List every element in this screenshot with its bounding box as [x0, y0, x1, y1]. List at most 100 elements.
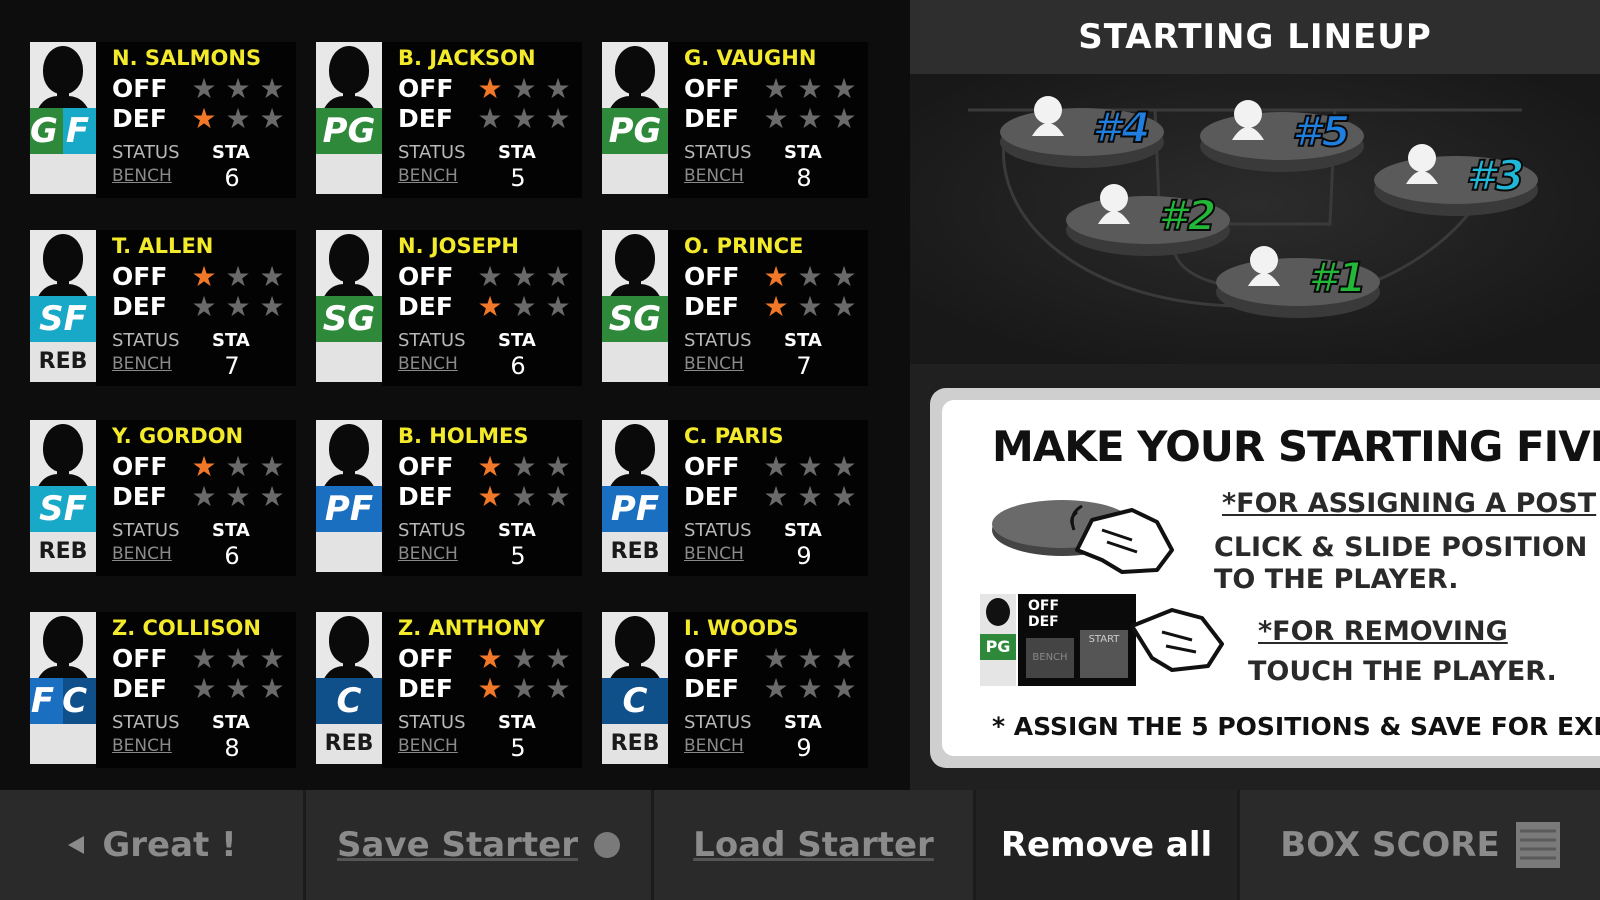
- player-card[interactable]: PF REB C. PARIS OFF ★ ★ ★ DEF ★ ★ ★ STATUS STA BENCH 9: [572, 420, 872, 580]
- player-position: C: [316, 678, 382, 724]
- position-label: #3: [1466, 151, 1524, 200]
- defense-rating: DEF ★ ★ ★: [112, 482, 286, 511]
- star-icon: ★: [797, 671, 823, 705]
- defense-rating: DEF ★ ★ ★: [398, 482, 572, 511]
- defense-rating: DEF ★ ★ ★: [112, 674, 286, 703]
- player-slot: REB: [602, 724, 668, 764]
- player-photo: GF: [30, 42, 96, 202]
- offense-rating: OFF ★ ★ ★: [112, 262, 286, 291]
- offense-rating-stars: ★ ★ ★: [190, 74, 286, 102]
- star-icon: ★: [831, 641, 857, 675]
- player-position: C: [602, 678, 668, 724]
- instructions-card: MAKE YOUR STARTING FIVE ! *FOR ASSIGNING…: [942, 400, 1600, 756]
- player-card[interactable]: FC Z. COLLISON OFF ★ ★ ★ DEF ★ ★ ★ STATUS STA BENCH 8: [0, 612, 300, 772]
- star-icon: ★: [191, 259, 217, 293]
- star-icon: ★: [797, 71, 823, 105]
- player-card[interactable]: PF B. HOLMES OFF ★ ★ ★ DEF ★ ★ ★ STATUS STA BENCH 5: [286, 420, 586, 580]
- player-pin-icon: [1032, 96, 1064, 136]
- stamina-label: STA: [212, 712, 250, 733]
- star-icon: ★: [511, 641, 537, 675]
- star-icon: ★: [191, 289, 217, 323]
- defense-rating-stars: ★ ★ ★: [762, 479, 858, 513]
- offense-rating: OFF ★ ★ ★: [398, 262, 572, 291]
- great-button[interactable]: Great !: [0, 790, 306, 900]
- star-icon: ★: [477, 671, 503, 705]
- star-icon: ★: [259, 101, 285, 135]
- star-icon: ★: [763, 289, 789, 323]
- stamina-value: 5: [510, 164, 526, 192]
- player-card[interactable]: PG B. JACKSON OFF ★ ★ ★ DEF ★ ★ ★ STATUS STA BENCH 5: [286, 42, 586, 202]
- defense-rating: DEF ★ ★ ★: [112, 104, 286, 133]
- offense-rating-label: OFF: [398, 262, 454, 291]
- defense-rating-label: DEF: [398, 674, 453, 703]
- player-card[interactable]: SG N. JOSEPH OFF ★ ★ ★ DEF ★ ★ ★ STATUS STA BENCH 6: [286, 230, 586, 390]
- player-card[interactable]: SF REB T. ALLEN OFF ★ ★ ★ DEF ★ ★ ★ STATUS STA BENCH 7: [0, 230, 300, 390]
- player-position: GF: [30, 108, 96, 154]
- star-icon: ★: [545, 101, 571, 135]
- load-starter-button[interactable]: Load Starter: [654, 790, 976, 900]
- star-icon: ★: [763, 71, 789, 105]
- player-slot: [316, 154, 382, 194]
- save-starter-button[interactable]: Save Starter: [306, 790, 654, 900]
- star-icon: ★: [545, 259, 571, 293]
- box-score-button[interactable]: BOX SCORE: [1240, 790, 1600, 900]
- offense-rating-stars: ★ ★ ★: [762, 641, 858, 675]
- stamina-label: STA: [212, 330, 250, 351]
- defense-rating: DEF ★ ★ ★: [398, 104, 572, 133]
- player-card[interactable]: C REB Z. ANTHONY OFF ★ ★ ★ DEF ★ ★ ★ STATUS STA BENCH…: [286, 612, 586, 772]
- defense-rating-label: DEF: [398, 292, 453, 321]
- star-icon: ★: [797, 479, 823, 513]
- star-icon: ★: [545, 671, 571, 705]
- player-position: SF: [30, 296, 96, 342]
- star-icon: ★: [191, 449, 217, 483]
- mini-card: OFF DEF BENCH START: [1018, 594, 1136, 686]
- player-position: PF: [602, 486, 668, 532]
- player-position: PG: [316, 108, 382, 154]
- player-position: SF: [30, 486, 96, 532]
- offense-rating: OFF ★ ★ ★: [112, 644, 286, 673]
- instructions-note: * ASSIGN THE 5 POSITIONS & SAVE FOR EXIT: [992, 712, 1600, 741]
- stamina-label: STA: [498, 712, 536, 733]
- player-card[interactable]: C REB I. WOODS OFF ★ ★ ★ DEF ★ ★ ★ STATUS STA BENCH 9: [572, 612, 872, 772]
- star-icon: ★: [763, 671, 789, 705]
- status-label: STATUS: [398, 712, 466, 733]
- player-card[interactable]: SF REB Y. GORDON OFF ★ ★ ★ DEF ★ ★ ★ STATUS STA BENCH…: [0, 420, 300, 580]
- bench-status: BENCH: [112, 736, 172, 756]
- bench-status: BENCH: [398, 736, 458, 756]
- player-photo: SG: [316, 230, 382, 390]
- bench-status: BENCH: [684, 354, 744, 374]
- lineup-header: STARTING LINEUP: [910, 0, 1600, 74]
- stamina-label: STA: [498, 330, 536, 351]
- star-icon: ★: [797, 259, 823, 293]
- player-slot: REB: [30, 342, 96, 382]
- stamina-label: STA: [212, 520, 250, 541]
- player-card[interactable]: GF N. SALMONS OFF ★ ★ ★ DEF ★ ★ ★ STATUS STA BENCH 6: [0, 42, 300, 202]
- defense-rating: DEF ★ ★ ★: [684, 674, 858, 703]
- stamina-value: 8: [796, 164, 812, 192]
- star-icon: ★: [831, 479, 857, 513]
- defense-rating-label: DEF: [112, 482, 167, 511]
- star-icon: ★: [831, 449, 857, 483]
- star-icon: ★: [477, 641, 503, 675]
- player-position: FC: [30, 678, 96, 724]
- stamina-label: STA: [784, 520, 822, 541]
- defense-rating-stars: ★ ★ ★: [190, 674, 286, 702]
- player-slot: REB: [30, 532, 96, 572]
- remove-all-button[interactable]: Remove all: [976, 790, 1240, 900]
- star-icon: ★: [225, 641, 251, 675]
- star-icon: ★: [545, 71, 571, 105]
- star-icon: ★: [225, 449, 251, 483]
- star-icon: ★: [511, 259, 537, 293]
- player-photo: SF REB: [30, 420, 96, 580]
- stamina-label: STA: [784, 712, 822, 733]
- player-card[interactable]: SG O. PRINCE OFF ★ ★ ★ DEF ★ ★ ★ STATUS STA BENCH 7: [572, 230, 872, 390]
- player-name: Z. COLLISON: [112, 616, 261, 640]
- star-icon: ★: [797, 289, 823, 323]
- star-icon: ★: [477, 479, 503, 513]
- defense-rating-label: DEF: [684, 674, 739, 703]
- player-card[interactable]: PG G. VAUGHN OFF ★ ★ ★ DEF ★ ★ ★ STATUS STA BENCH 8: [572, 42, 872, 202]
- defense-rating-stars: ★ ★ ★: [762, 104, 858, 132]
- player-silhouette-icon: [602, 420, 668, 486]
- defense-rating-label: DEF: [398, 104, 453, 133]
- status-label: STATUS: [398, 520, 466, 541]
